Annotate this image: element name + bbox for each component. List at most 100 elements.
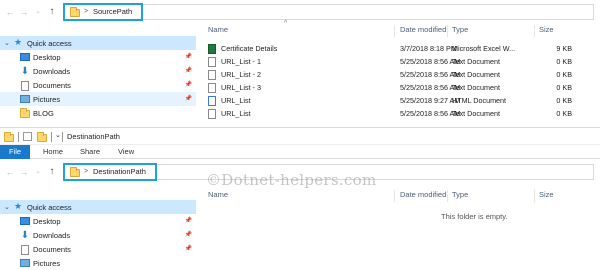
expand-chevron-icon[interactable]: ⌄ bbox=[4, 203, 10, 211]
expand-chevron-icon[interactable]: ⌄ bbox=[4, 39, 10, 47]
text-file-icon bbox=[208, 70, 216, 80]
desktop-icon bbox=[20, 217, 30, 225]
recent-dropdown-icon[interactable]: ⌄ bbox=[32, 166, 44, 178]
column-divider bbox=[394, 190, 395, 202]
nav-item-label: Desktop bbox=[33, 53, 61, 62]
nav-item-documents[interactable]: Documents 📌 bbox=[0, 78, 196, 92]
nav-item-label: BLOG bbox=[33, 109, 54, 118]
file-type: HTML Document bbox=[452, 96, 507, 105]
pin-icon[interactable]: 📌 bbox=[185, 67, 192, 74]
text-file-icon bbox=[208, 83, 216, 93]
file-row[interactable]: URL_List - 1 5/25/2018 8:56 AM Text Docu… bbox=[204, 55, 600, 67]
file-name: URL_List - 2 bbox=[221, 70, 261, 79]
divider bbox=[18, 132, 19, 142]
address-row: ← → ⌄ ↑ > SourcePath bbox=[0, 2, 600, 22]
column-header-date[interactable]: Date modified bbox=[400, 190, 446, 203]
pictures-icon bbox=[20, 95, 30, 103]
file-size: 0 KB bbox=[556, 83, 572, 92]
file-name: URL_List - 3 bbox=[221, 83, 261, 92]
forward-arrow-icon[interactable]: → bbox=[18, 166, 30, 178]
pin-icon[interactable]: 📌 bbox=[185, 53, 192, 60]
nav-item-downloads[interactable]: ⬇ Downloads 📌 bbox=[0, 64, 196, 78]
nav-item-documents[interactable]: Documents 📌 bbox=[0, 242, 196, 256]
column-divider bbox=[447, 25, 448, 37]
star-icon: ★ bbox=[14, 37, 23, 47]
nav-item-pictures[interactable]: Pictures bbox=[0, 256, 196, 270]
html-file-icon bbox=[208, 96, 216, 106]
text-file-icon bbox=[208, 109, 216, 119]
divider bbox=[51, 132, 52, 142]
nav-item-label: Desktop bbox=[33, 217, 61, 226]
pin-icon[interactable]: 📌 bbox=[185, 81, 192, 88]
file-row[interactable]: URL_List - 3 5/25/2018 8:56 AM Text Docu… bbox=[204, 81, 600, 93]
nav-quick-access[interactable]: ⌄ ★ Quick access bbox=[0, 36, 196, 50]
nav-item-label: Pictures bbox=[33, 259, 61, 268]
file-size: 0 KB bbox=[556, 96, 572, 105]
back-arrow-icon[interactable]: ← bbox=[4, 166, 16, 178]
column-header-size[interactable]: Size bbox=[539, 190, 554, 203]
column-header-name[interactable]: Name bbox=[208, 25, 228, 38]
tab-view[interactable]: View bbox=[118, 147, 134, 156]
nav-item-label: Documents bbox=[33, 245, 71, 254]
nav-item-desktop[interactable]: Desktop 📌 bbox=[0, 214, 196, 228]
documents-icon bbox=[21, 81, 29, 91]
file-row[interactable]: URL_List - 2 5/25/2018 8:56 AM Text Docu… bbox=[204, 68, 600, 80]
properties-icon[interactable] bbox=[23, 132, 32, 141]
nav-item-label: Downloads bbox=[33, 67, 71, 76]
empty-folder-message: This folder is empty. bbox=[441, 212, 508, 221]
column-header-size[interactable]: Size bbox=[539, 25, 554, 38]
ribbon-tabs: File Home Share View bbox=[0, 145, 600, 159]
pin-icon[interactable]: 📌 bbox=[185, 245, 192, 252]
file-size: 9 KB bbox=[556, 44, 572, 53]
address-path[interactable]: SourcePath bbox=[93, 7, 132, 16]
recent-dropdown-icon[interactable]: ⌄ bbox=[32, 6, 44, 18]
tab-share[interactable]: Share bbox=[80, 147, 100, 156]
window-title: DestinationPath bbox=[67, 132, 120, 141]
file-row[interactable]: URL_List 5/25/2018 8:56 AM Text Document… bbox=[204, 107, 600, 119]
file-type: Text Document bbox=[452, 70, 500, 79]
nav-item-pictures[interactable]: Pictures 📌 bbox=[0, 92, 196, 106]
nav-item-downloads[interactable]: ⬇ Downloads 📌 bbox=[0, 228, 196, 242]
back-arrow-icon[interactable]: ← bbox=[4, 6, 16, 18]
nav-quick-access[interactable]: ⌄ ★ Quick access bbox=[0, 200, 196, 214]
new-folder-icon[interactable] bbox=[37, 132, 47, 142]
star-icon: ★ bbox=[14, 201, 23, 211]
title-bar: ⌄ DestinationPath bbox=[0, 128, 600, 145]
tab-home[interactable]: Home bbox=[43, 147, 63, 156]
navigation-pane: ⌄ ★ Quick access Desktop 📌 ⬇ Downloads 📌… bbox=[0, 200, 196, 270]
folder-icon bbox=[20, 108, 30, 118]
file-type: Text Document bbox=[452, 109, 500, 118]
column-header-name[interactable]: Name bbox=[208, 190, 228, 203]
column-header-date[interactable]: Date modified bbox=[400, 25, 446, 38]
documents-icon bbox=[21, 245, 29, 255]
up-arrow-icon[interactable]: ↑ bbox=[46, 166, 58, 178]
nav-item-blog[interactable]: BLOG bbox=[0, 106, 196, 120]
folder-icon bbox=[70, 167, 80, 177]
column-header-type[interactable]: Type bbox=[452, 25, 468, 38]
downloads-icon: ⬇ bbox=[20, 230, 30, 241]
address-path[interactable]: DestinationPath bbox=[93, 167, 146, 176]
tab-file[interactable]: File bbox=[0, 145, 30, 159]
quick-access-dropdown-icon[interactable]: ⌄ bbox=[55, 131, 61, 139]
nav-item-label: Documents bbox=[33, 81, 71, 90]
forward-arrow-icon[interactable]: → bbox=[18, 6, 30, 18]
downloads-icon: ⬇ bbox=[20, 66, 30, 77]
up-arrow-icon[interactable]: ↑ bbox=[46, 6, 58, 18]
file-name: URL_List bbox=[221, 109, 251, 118]
nav-quick-access-label: Quick access bbox=[27, 203, 72, 212]
column-header-type[interactable]: Type bbox=[452, 190, 468, 203]
file-size: 0 KB bbox=[556, 109, 572, 118]
folder-icon bbox=[70, 7, 80, 17]
file-name: URL_List - 1 bbox=[221, 57, 261, 66]
nav-item-desktop[interactable]: Desktop 📌 bbox=[0, 50, 196, 64]
pin-icon[interactable]: 📌 bbox=[185, 95, 192, 102]
destination-explorer-window: ⌄ DestinationPath File Home Share View ←… bbox=[0, 127, 600, 270]
file-row[interactable]: URL_List 5/25/2018 9:27 AM HTML Document… bbox=[204, 94, 600, 106]
pin-icon[interactable]: 📌 bbox=[185, 217, 192, 224]
pin-icon[interactable]: 📌 bbox=[185, 231, 192, 238]
file-list: ^ Name Date modified Type Size Certifica… bbox=[204, 20, 600, 127]
text-file-icon bbox=[208, 57, 216, 67]
nav-item-label: Downloads bbox=[33, 231, 71, 240]
breadcrumb-chevron: > bbox=[84, 8, 89, 15]
file-row[interactable]: Certificate Details 3/7/2018 8:18 PM Mic… bbox=[204, 42, 600, 54]
